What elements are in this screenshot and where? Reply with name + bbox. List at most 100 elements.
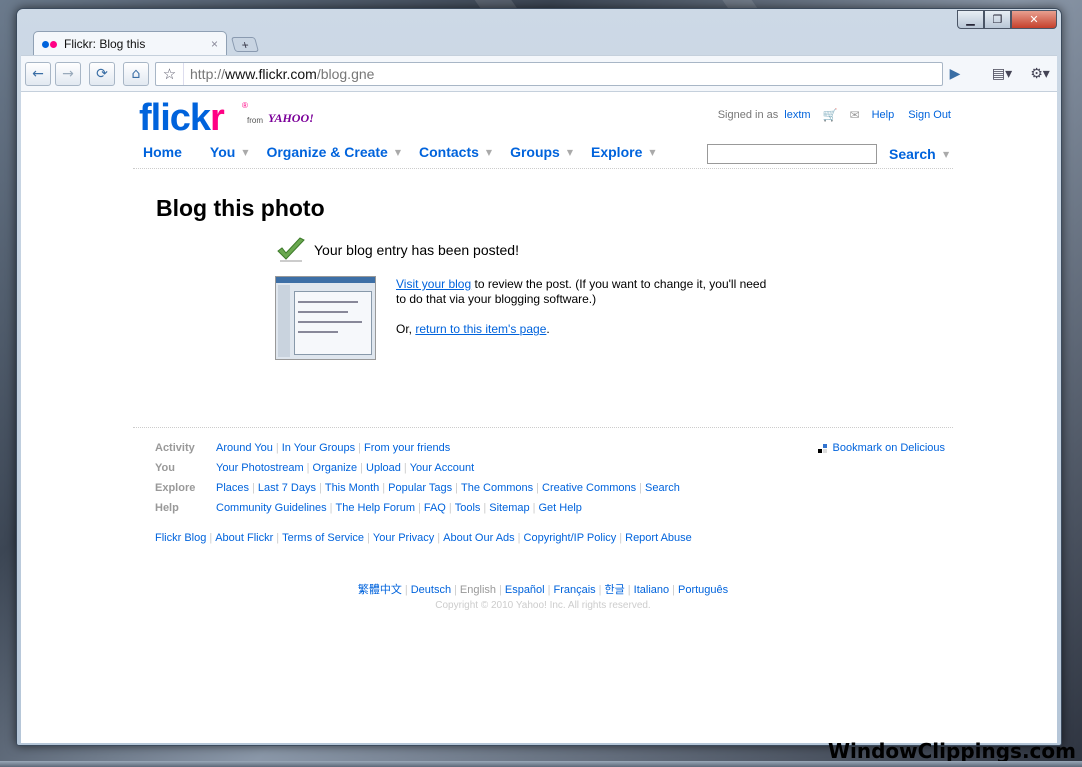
cart-icon[interactable]: 🛒: [823, 108, 838, 122]
visit-blog-link[interactable]: Visit your blog: [396, 277, 471, 291]
bottom-link[interactable]: Copyright/IP Policy: [524, 532, 617, 544]
footer-link[interactable]: FAQ: [424, 502, 446, 514]
chevron-down-icon[interactable]: ▼: [395, 148, 401, 157]
tab-title: Flickr: Blog this: [64, 37, 146, 51]
url-path: /blog.gne: [316, 66, 375, 82]
nav-contacts[interactable]: Contacts: [419, 144, 479, 160]
language-link[interactable]: Español: [505, 584, 545, 596]
reload-icon[interactable]: ⟳: [89, 61, 115, 86]
language-link[interactable]: 한글: [605, 584, 625, 596]
language-link[interactable]: Deutsch: [411, 584, 451, 596]
language-link[interactable]: Português: [678, 584, 728, 596]
bottom-links: Flickr Blog | About Flickr | Terms of Servic…: [155, 532, 692, 544]
language-link: English: [459, 584, 496, 596]
minimize-button[interactable]: ▁: [957, 10, 984, 29]
separator: |: [619, 532, 623, 544]
photo-thumbnail[interactable]: [275, 276, 376, 360]
separator: |: [318, 482, 322, 494]
sign-out-link[interactable]: Sign Out: [908, 109, 951, 121]
footer-link[interactable]: The Help Forum: [336, 502, 415, 514]
return-link[interactable]: return to this item's page: [415, 322, 546, 336]
footer-link[interactable]: Search: [645, 482, 680, 494]
footer-link[interactable]: Around You: [216, 442, 273, 454]
bookmark-star-icon[interactable]: ☆: [156, 63, 184, 85]
separator: |: [547, 584, 551, 596]
tab-flickr[interactable]: Flickr: Blog this ×: [33, 31, 227, 56]
footer-link[interactable]: Your Photostream: [216, 462, 304, 474]
nav-organize[interactable]: Organize & Create: [266, 144, 387, 160]
home-icon[interactable]: ⌂: [123, 61, 149, 86]
url-text[interactable]: http://www.flickr.com/blog.gne: [184, 66, 374, 82]
logo-from: from: [247, 116, 263, 125]
separator: |: [454, 584, 457, 596]
footer-link[interactable]: Upload: [366, 462, 401, 474]
nav-explore[interactable]: Explore: [591, 144, 642, 160]
footer-link[interactable]: Creative Commons: [542, 482, 636, 494]
mail-icon[interactable]: ✉: [850, 108, 860, 122]
footer-row-links: Places | Last 7 Days | This Month | Popular Ta…: [216, 482, 680, 494]
search-button[interactable]: Search: [889, 146, 936, 162]
back-icon[interactable]: ←: [25, 61, 51, 86]
separator: |: [483, 502, 487, 514]
language-link[interactable]: 繁體中文: [358, 584, 402, 596]
footer-link[interactable]: The Commons: [461, 482, 533, 494]
new-tab-button[interactable]: +: [230, 37, 260, 52]
nav-groups[interactable]: Groups: [510, 144, 560, 160]
address-bar[interactable]: ☆ http://www.flickr.com/blog.gne: [155, 62, 943, 86]
footer-row-label: Activity: [155, 442, 195, 454]
footer-link[interactable]: Places: [216, 482, 249, 494]
help-link[interactable]: Help: [872, 109, 895, 121]
bottom-link[interactable]: Terms of Service: [282, 532, 364, 544]
bottom-link[interactable]: About Flickr: [215, 532, 273, 544]
delicious-bookmark[interactable]: Bookmark on Delicious: [817, 442, 945, 454]
chevron-down-icon[interactable]: ▼: [242, 148, 248, 157]
url-host: www.flickr.com: [225, 66, 317, 82]
language-bar: 繁體中文 | Deutsch | English | Español | Français | 한글…: [133, 581, 953, 597]
footer-link[interactable]: Last 7 Days: [258, 482, 316, 494]
footer-link[interactable]: This Month: [325, 482, 379, 494]
nav-you[interactable]: You: [210, 144, 235, 160]
chevron-down-icon[interactable]: ▼: [649, 148, 655, 157]
tab-close-icon[interactable]: ×: [211, 37, 218, 51]
footer-link[interactable]: Sitemap: [489, 502, 529, 514]
footer-link[interactable]: Tools: [455, 502, 481, 514]
bottom-link[interactable]: Flickr Blog: [155, 532, 206, 544]
footer-link[interactable]: Community Guidelines: [216, 502, 327, 514]
browser-window: ▁ ❐ ✕ Flickr: Blog this × + ← → ⟳ ⌂ ☆ ht…: [16, 8, 1062, 746]
language-link[interactable]: Français: [553, 584, 595, 596]
footer-link[interactable]: Your Account: [410, 462, 474, 474]
footer-row: Activity Around You | In Your Groups | From y…: [155, 442, 450, 454]
separator: |: [358, 442, 361, 454]
forward-icon[interactable]: →: [55, 61, 81, 86]
separator: |: [437, 532, 441, 544]
footer-link[interactable]: From your friends: [364, 442, 450, 454]
logo-r: r: [210, 97, 225, 139]
footer-link[interactable]: Popular Tags: [388, 482, 452, 494]
separator: |: [209, 532, 213, 544]
go-icon[interactable]: ▶: [941, 62, 969, 86]
separator: |: [627, 584, 631, 596]
nav-home[interactable]: Home: [143, 144, 182, 160]
signed-in-label: Signed in as: [717, 109, 779, 121]
maximize-button[interactable]: ❐: [984, 10, 1011, 29]
close-window-button[interactable]: ✕: [1011, 10, 1057, 29]
separator: |: [499, 584, 502, 596]
chevron-down-icon[interactable]: ▼: [567, 148, 573, 157]
page-menu-icon[interactable]: ▤▾: [985, 62, 1019, 86]
footer-link[interactable]: Get Help: [539, 502, 582, 514]
separator: |: [367, 532, 370, 544]
bottom-link[interactable]: Report Abuse: [625, 532, 692, 544]
language-link[interactable]: Italiano: [634, 584, 669, 596]
bottom-link[interactable]: Your Privacy: [373, 532, 434, 544]
wrench-menu-icon[interactable]: ⚙▾: [1023, 62, 1057, 86]
separator: |: [532, 502, 536, 514]
search-input[interactable]: [707, 144, 877, 164]
footer-row-label: You: [155, 462, 175, 474]
bottom-link[interactable]: About Our Ads: [443, 532, 515, 544]
chevron-down-icon[interactable]: ▼: [943, 150, 949, 159]
footer-link[interactable]: In Your Groups: [282, 442, 355, 454]
footer-link[interactable]: Organize: [313, 462, 358, 474]
chevron-down-icon[interactable]: ▼: [486, 148, 492, 157]
username-link[interactable]: lextm: [784, 109, 810, 121]
separator: |: [382, 482, 386, 494]
